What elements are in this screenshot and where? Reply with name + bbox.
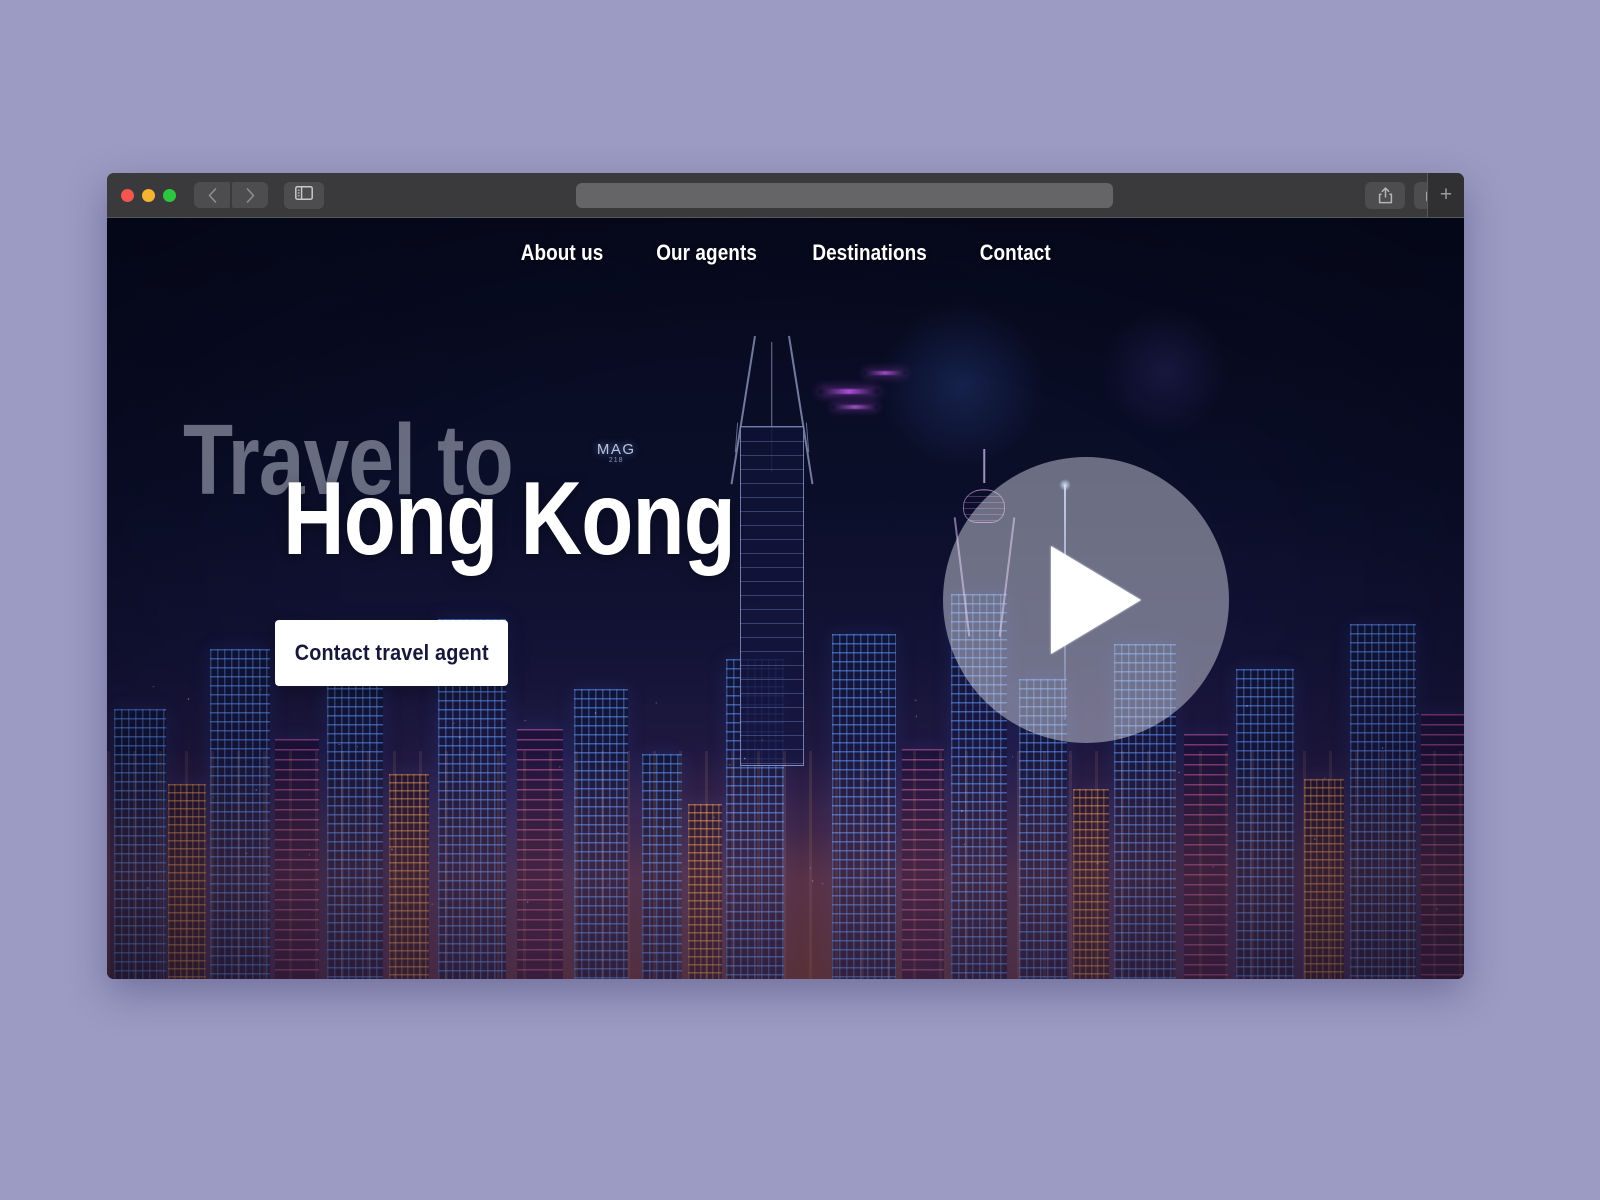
browser-window: + MAG 218 About us Our agents Destinatio…	[107, 173, 1464, 979]
nav-link-our-agents[interactable]: Our agents	[656, 240, 757, 266]
cta-button-label: Contact travel agent	[294, 639, 489, 665]
new-tab-button[interactable]: +	[1427, 173, 1464, 217]
address-bar-container	[324, 182, 1365, 208]
sidebar-toggle-icon	[295, 185, 313, 205]
minimize-window-button[interactable]	[142, 188, 155, 202]
neon-sign-band	[864, 370, 907, 375]
share-icon	[1378, 186, 1393, 204]
neon-sign-band	[831, 405, 878, 410]
chevron-right-icon	[246, 187, 255, 203]
site-navigation: About us Our agents Destinations Contact	[107, 240, 1464, 266]
nav-link-destinations[interactable]: Destinations	[813, 240, 928, 266]
browser-toolbar: +	[107, 173, 1464, 218]
forward-button[interactable]	[232, 182, 268, 208]
navigation-buttons	[194, 182, 268, 208]
play-triangle-icon	[1051, 546, 1141, 654]
maximize-window-button[interactable]	[163, 188, 176, 202]
hero-section: Travel to Hong Kong Contact travel agent	[183, 410, 834, 686]
street-light-glow	[107, 750, 1464, 979]
address-bar-input[interactable]	[576, 182, 1113, 208]
close-window-button[interactable]	[121, 188, 134, 202]
nav-link-about-us[interactable]: About us	[521, 240, 604, 266]
nav-link-contact[interactable]: Contact	[980, 240, 1051, 266]
contact-travel-agent-button[interactable]: Contact travel agent	[275, 619, 508, 686]
neon-sign-band	[819, 389, 880, 395]
share-button[interactable]	[1365, 181, 1405, 209]
play-video-button[interactable]	[943, 457, 1229, 743]
back-button[interactable]	[194, 182, 230, 208]
page-viewport: MAG 218 About us Our agents Destinations…	[107, 218, 1464, 979]
window-traffic-lights	[121, 188, 176, 202]
chevron-left-icon	[208, 187, 217, 203]
hero-headline: Hong Kong	[283, 461, 736, 577]
sidebar-toggle-button[interactable]	[284, 181, 324, 209]
